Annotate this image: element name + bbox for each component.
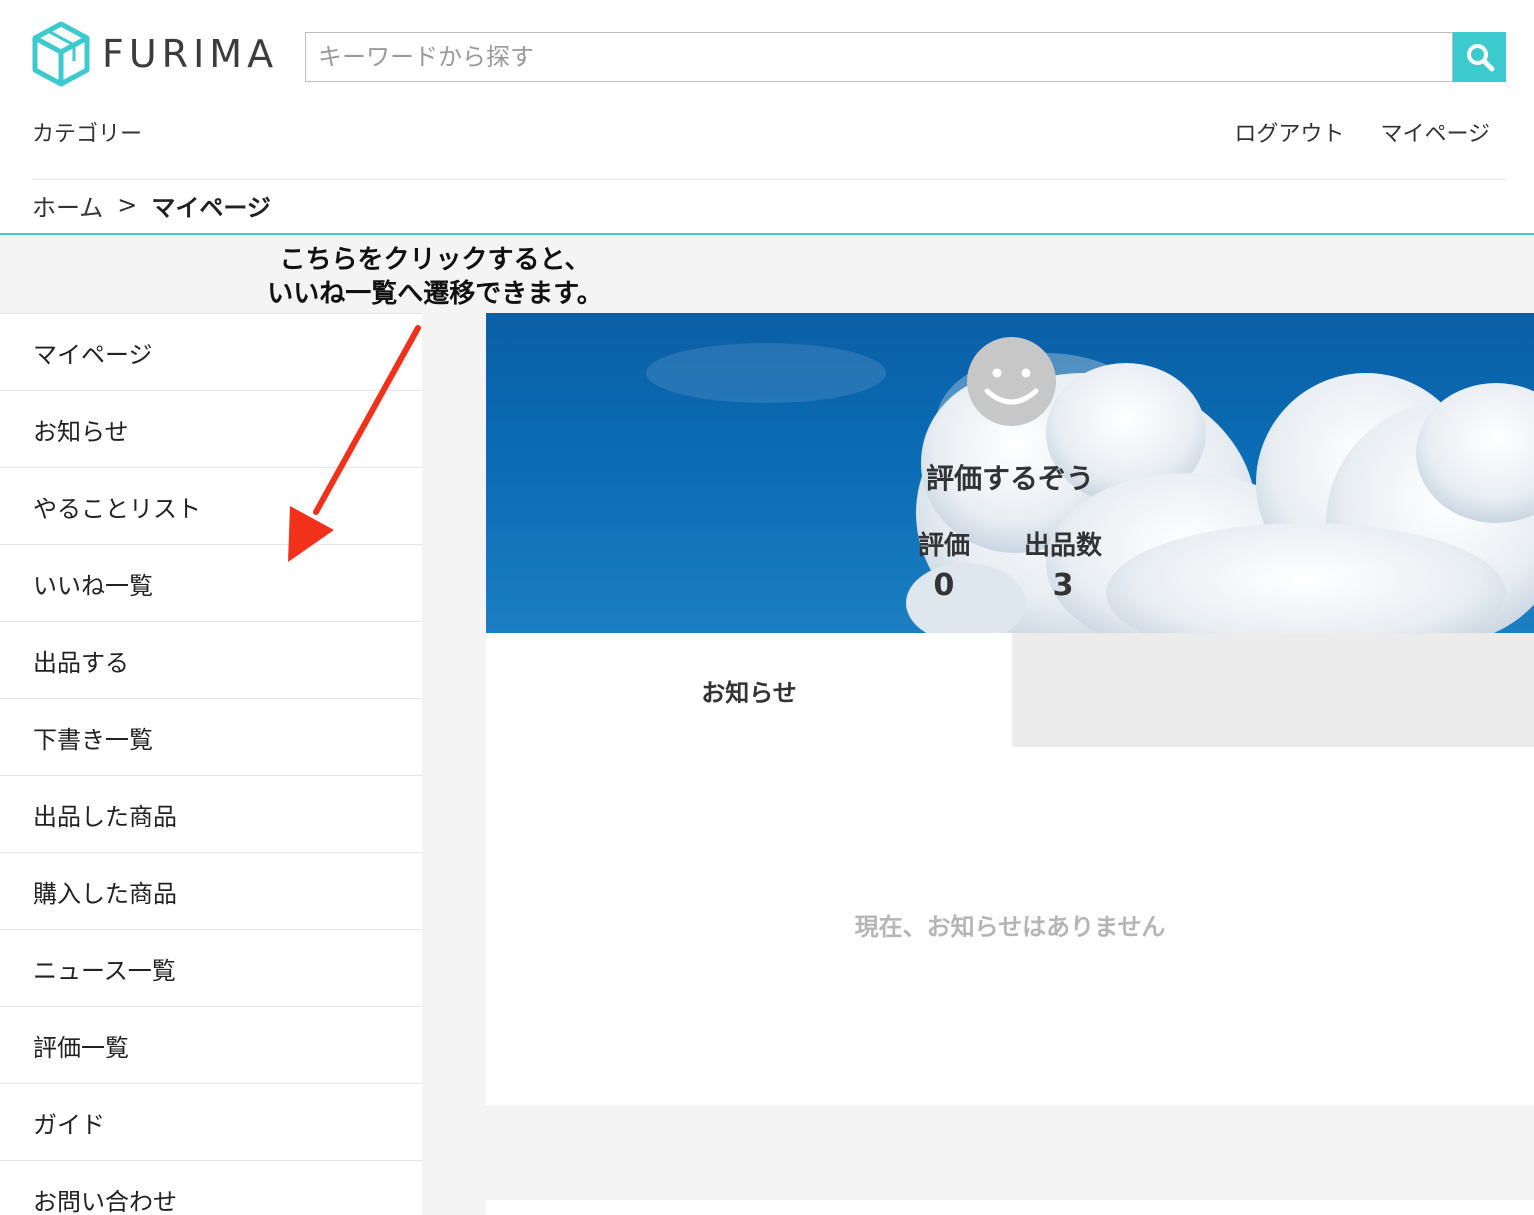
search-button[interactable]	[1453, 32, 1506, 82]
sidebar-item-likes[interactable]: いいね一覧	[0, 544, 422, 621]
breadcrumb-separator: >	[117, 191, 138, 219]
annotation-line-1: こちらをクリックすると、	[279, 245, 591, 275]
header-divider	[32, 179, 1506, 180]
sidebar-item-listed-items[interactable]: 出品した商品	[0, 775, 422, 852]
sidebar-item-guide[interactable]: ガイド	[0, 1083, 422, 1160]
logo-text: FURIMA	[102, 32, 279, 76]
next-panel-top	[486, 1200, 1534, 1215]
category-link[interactable]: カテゴリー	[32, 116, 142, 148]
empty-notice-message: 現在、お知らせはありません	[854, 913, 1166, 941]
avatar[interactable]	[967, 337, 1056, 426]
rating-label: 評価	[917, 531, 970, 561]
rating-value: 0	[933, 568, 955, 603]
tab-notifications[interactable]: お知らせ	[486, 633, 1012, 747]
sidebar-item-mypage[interactable]: マイページ	[0, 313, 422, 390]
cube-logo-icon	[32, 21, 90, 87]
notice-tabs: お知らせ	[486, 633, 1534, 747]
search-input[interactable]	[305, 32, 1453, 82]
sidebar-item-news[interactable]: ニュース一覧	[0, 929, 422, 1006]
mypage-link[interactable]: マイページ	[1380, 116, 1490, 148]
listings-stat[interactable]: 出品数 3	[1024, 525, 1102, 603]
listings-label: 出品数	[1024, 531, 1103, 561]
sidebar: マイページ お知らせ やることリスト いいね一覧 出品する 下書き一覧 出品した…	[0, 313, 422, 1215]
header: FURIMA カテゴリー ログアウト マイページ ホーム > マイページ	[0, 0, 1534, 235]
logout-link[interactable]: ログアウト	[1234, 116, 1344, 148]
logo[interactable]: FURIMA	[32, 20, 273, 88]
sidebar-item-purchased-items[interactable]: 購入した商品	[0, 852, 422, 929]
listings-value: 3	[1052, 568, 1074, 603]
breadcrumb: ホーム > マイページ	[32, 186, 271, 224]
breadcrumb-current: マイページ	[151, 193, 271, 222]
profile-username: 評価するぞう	[925, 462, 1094, 495]
sidebar-item-sell[interactable]: 出品する	[0, 621, 422, 698]
profile-banner: 評価するぞう 評価 0 出品数 3	[486, 313, 1534, 633]
breadcrumb-home[interactable]: ホーム	[32, 188, 103, 223]
search-icon	[1466, 44, 1494, 72]
profile-stats: 評価 0 出品数 3	[486, 525, 1534, 603]
tab-empty[interactable]	[1012, 633, 1534, 747]
sidebar-item-reviews[interactable]: 評価一覧	[0, 1006, 422, 1083]
sidebar-item-contact[interactable]: お問い合わせ	[0, 1160, 422, 1215]
sidebar-item-drafts[interactable]: 下書き一覧	[0, 698, 422, 775]
sidebar-item-todo[interactable]: やることリスト	[0, 467, 422, 544]
annotation-callout: こちらをクリックすると、 いいね一覧へ遷移できます。	[230, 243, 640, 311]
sidebar-item-notifications[interactable]: お知らせ	[0, 390, 422, 467]
rating-stat[interactable]: 評価 0	[918, 525, 970, 603]
notice-panel: 現在、お知らせはありません	[486, 747, 1534, 1105]
page: FURIMA カテゴリー ログアウト マイページ ホーム > マイページ こちら…	[0, 0, 1534, 1215]
annotation-line-2: いいね一覧へ遷移できます。	[267, 279, 603, 309]
user-nav: ログアウト マイページ	[1234, 116, 1490, 148]
